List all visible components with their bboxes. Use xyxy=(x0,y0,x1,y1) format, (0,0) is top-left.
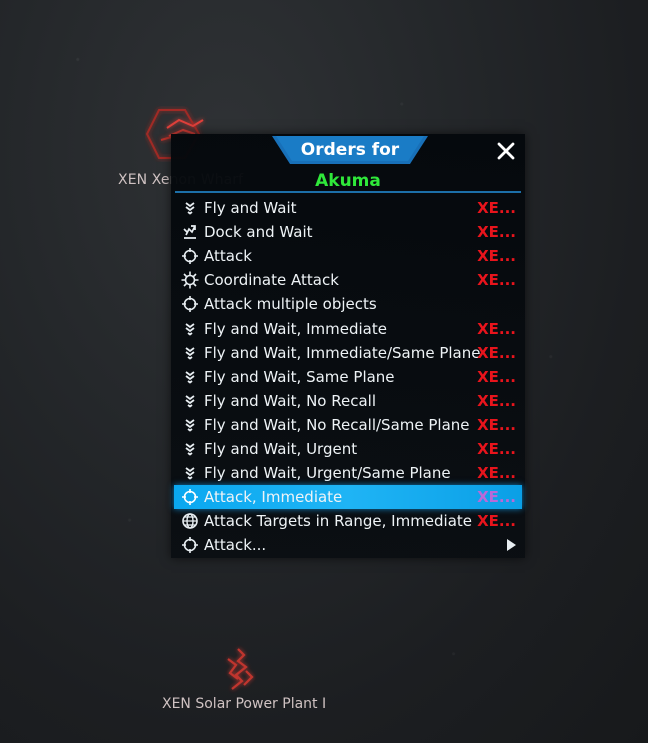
menu-item-coordinate-attack[interactable]: Coordinate Attack XE... xyxy=(174,268,522,292)
menu-item-fly-and-wait[interactable]: Fly and Wait XE... xyxy=(174,196,522,220)
menu-item-attack-immediate[interactable]: Attack, Immediate XE... xyxy=(174,485,522,510)
globe-icon xyxy=(181,512,199,530)
fly-wait-icon xyxy=(181,368,199,386)
fly-wait-icon xyxy=(181,416,199,434)
menu-item-attack[interactable]: Attack XE... xyxy=(174,244,522,268)
coordinate-attack-icon xyxy=(181,271,199,289)
orders-panel: Orders for Akuma Fly and Wait XE... Dock… xyxy=(171,134,525,558)
menu-item-target: XE... xyxy=(477,415,516,434)
fly-wait-icon xyxy=(181,344,199,362)
crosshair-icon xyxy=(181,295,199,313)
fly-wait-icon xyxy=(181,464,199,482)
submenu-arrow-icon xyxy=(507,539,516,552)
menu-item-attack-multiple-objects[interactable]: Attack multiple objects xyxy=(174,292,522,316)
panel-title-tab: Orders for xyxy=(272,136,428,164)
menu-item-label: Attack, Immediate xyxy=(204,488,343,507)
menu-item-fly-and-wait-no-recall[interactable]: Fly and Wait, No Recall XE... xyxy=(174,389,522,413)
fly-wait-icon xyxy=(181,392,199,410)
menu-item-fly-and-wait-urgent-same-plane[interactable]: Fly and Wait, Urgent/Same Plane XE... xyxy=(174,461,522,485)
menu-item-fly-and-wait-immediate-same-plane[interactable]: Fly and Wait, Immediate/Same Plane XE... xyxy=(174,341,522,365)
orders-menu: Fly and Wait XE... Dock and Wait XE... A… xyxy=(174,196,522,557)
menu-item-label: Coordinate Attack xyxy=(204,271,339,290)
close-button[interactable] xyxy=(495,140,517,162)
crosshair-icon xyxy=(181,536,199,554)
menu-item-label: Fly and Wait, Immediate xyxy=(204,319,387,338)
solar-power-plant-icon[interactable] xyxy=(220,645,258,693)
menu-item-target: XE... xyxy=(477,343,516,362)
menu-item-target: XE... xyxy=(477,319,516,338)
fly-wait-icon xyxy=(181,440,199,458)
menu-item-target: XE... xyxy=(477,223,516,242)
panel-title: Orders for xyxy=(300,140,400,160)
menu-item-label: Attack multiple objects xyxy=(204,295,377,314)
menu-item-target: XE... xyxy=(477,199,516,218)
menu-item-label: Fly and Wait, Urgent/Same Plane xyxy=(204,464,451,483)
fly-wait-icon xyxy=(181,199,199,217)
menu-item-attack-submenu[interactable]: Attack... xyxy=(174,533,522,557)
ship-name: Akuma xyxy=(315,171,381,191)
menu-item-fly-and-wait-same-plane[interactable]: Fly and Wait, Same Plane XE... xyxy=(174,365,522,389)
menu-item-target: XE... xyxy=(477,464,516,483)
menu-item-label: Fly and Wait, Urgent xyxy=(204,439,358,458)
menu-item-label: Attack Targets in Range, Immediate xyxy=(204,512,473,531)
header-divider xyxy=(175,191,521,193)
dock-wait-icon xyxy=(181,223,199,241)
menu-item-target: XE... xyxy=(477,391,516,410)
menu-item-fly-and-wait-no-recall-same-plane[interactable]: Fly and Wait, No Recall/Same Plane XE... xyxy=(174,413,522,437)
menu-item-target: XE... xyxy=(477,512,516,531)
menu-item-label: Fly and Wait, Same Plane xyxy=(204,367,395,386)
fly-wait-icon xyxy=(181,320,199,338)
menu-item-target: XE... xyxy=(477,488,516,507)
menu-item-label: Fly and Wait, No Recall xyxy=(204,391,376,410)
menu-item-target: XE... xyxy=(477,271,516,290)
close-icon xyxy=(497,142,515,160)
menu-item-target: XE... xyxy=(477,367,516,386)
menu-item-label: Fly and Wait xyxy=(204,199,297,218)
menu-item-label: Fly and Wait, No Recall/Same Plane xyxy=(204,415,470,434)
menu-item-fly-and-wait-urgent[interactable]: Fly and Wait, Urgent XE... xyxy=(174,437,522,461)
menu-item-dock-and-wait[interactable]: Dock and Wait XE... xyxy=(174,220,522,244)
menu-item-fly-and-wait-immediate[interactable]: Fly and Wait, Immediate XE... xyxy=(174,316,522,340)
menu-item-target: XE... xyxy=(477,247,516,266)
menu-item-label: Attack xyxy=(204,247,252,266)
solar-power-plant-label: XEN Solar Power Plant I xyxy=(162,696,327,712)
menu-item-target: XE... xyxy=(477,439,516,458)
menu-item-label: Fly and Wait, Immediate/Same Plane xyxy=(204,343,481,362)
menu-item-label: Attack... xyxy=(204,536,267,555)
menu-item-label: Dock and Wait xyxy=(204,223,313,242)
crosshair-icon xyxy=(181,247,199,265)
menu-item-attack-targets-in-range-immediate[interactable]: Attack Targets in Range, Immediate XE... xyxy=(174,509,522,533)
crosshair-icon xyxy=(181,488,199,506)
